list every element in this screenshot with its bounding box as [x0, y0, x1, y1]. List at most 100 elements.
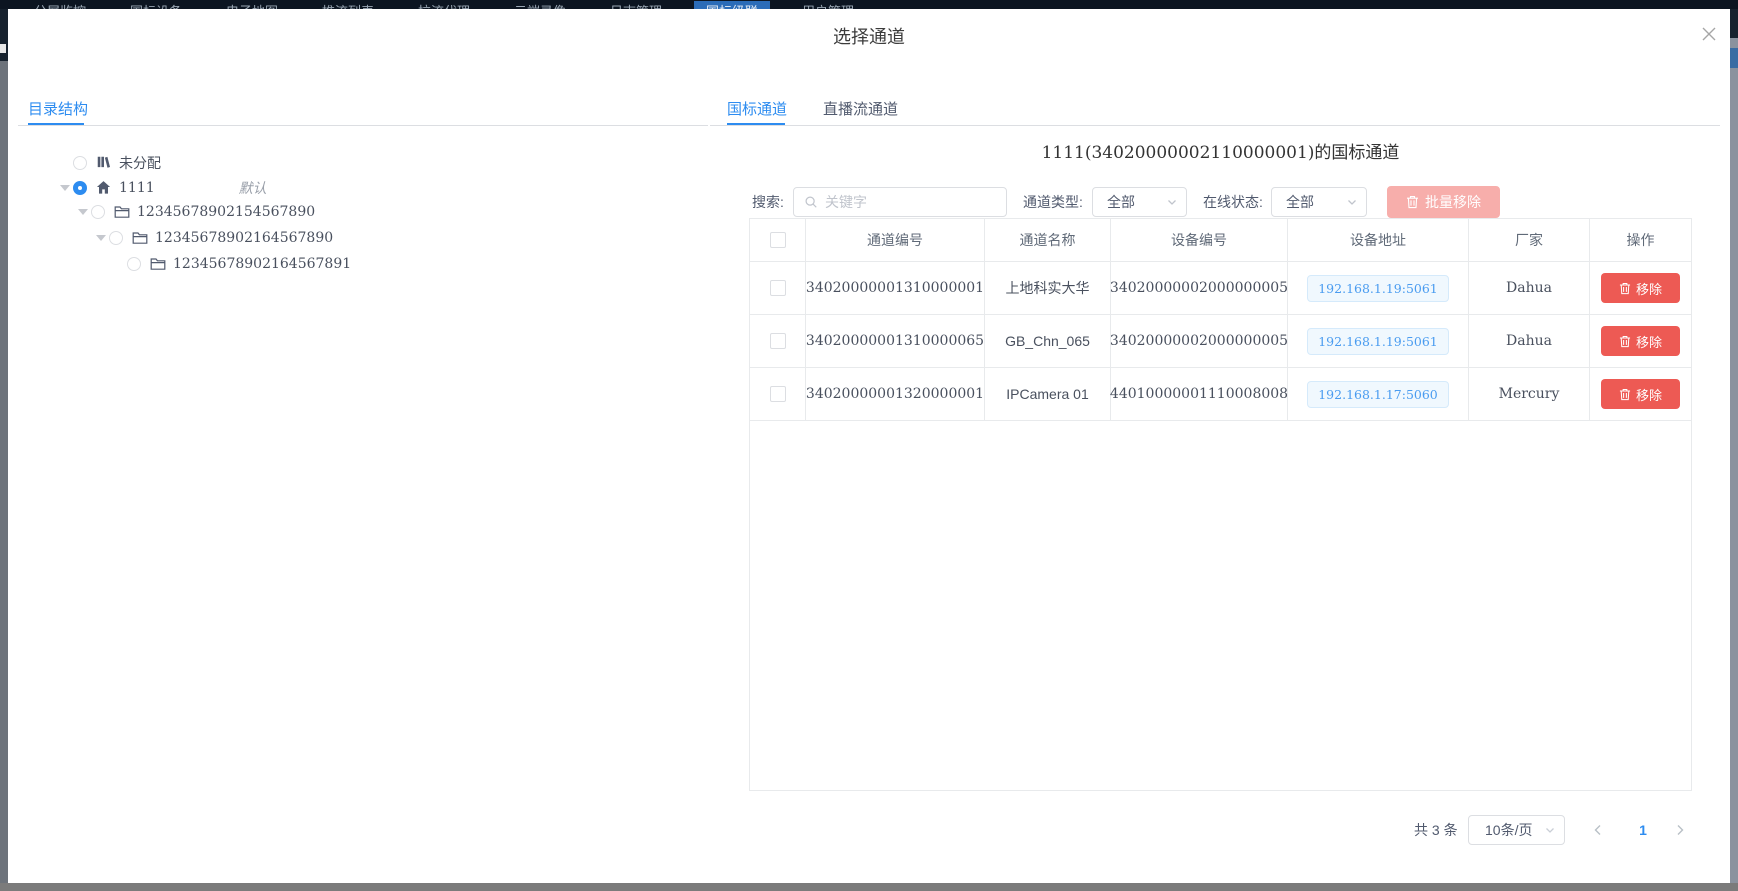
search-input[interactable]: 关键字	[793, 187, 1007, 217]
tab-gb-channel[interactable]: 国标通道	[727, 98, 787, 119]
nav-item[interactable]: 日志管理	[598, 1, 674, 9]
tree-radio[interactable]	[109, 231, 123, 245]
remove-button[interactable]: 移除	[1601, 379, 1680, 409]
library-icon	[96, 155, 112, 171]
column-header: 厂家	[1469, 219, 1590, 262]
nav-item[interactable]: 云端录像	[502, 1, 578, 9]
channel-type-select[interactable]: 全部	[1092, 187, 1187, 217]
tree-node-default-tag: 默认	[239, 178, 267, 198]
chevron-down-icon	[1544, 824, 1556, 836]
search-placeholder: 关键字	[825, 192, 867, 212]
panel-heading: 1111(34020000002110000001)的国标通道	[749, 138, 1692, 163]
cell-vendor: Dahua	[1469, 262, 1590, 315]
cell-channel-id: 34020000001310000001	[806, 262, 985, 315]
remove-button[interactable]: 移除	[1601, 326, 1680, 356]
tree-node-label: 未分配	[119, 153, 161, 173]
nav-item[interactable]: 国标级联	[694, 1, 770, 9]
nav-item[interactable]: 电子地图	[214, 1, 290, 9]
cell-channel-name: 上地科实大华	[985, 262, 1111, 315]
close-button[interactable]	[1697, 22, 1721, 46]
batch-remove-button[interactable]: 批量移除	[1387, 186, 1500, 218]
tree-node-label: 1111	[119, 180, 155, 196]
chevron-right-icon	[1674, 824, 1686, 836]
chevron-down-icon	[1166, 196, 1178, 208]
page-size-select[interactable]: 10条/页	[1468, 815, 1565, 845]
nav-item[interactable]: 推流列表	[310, 1, 386, 9]
row-checkbox-cell	[750, 315, 806, 368]
search-icon	[804, 195, 818, 209]
tree-radio[interactable]	[127, 257, 141, 271]
channel-type-label: 通道类型:	[1023, 187, 1083, 217]
select-all-checkbox[interactable]	[770, 232, 786, 248]
channel-type-value: 全部	[1107, 192, 1135, 212]
nav-item[interactable]: 分屏监控	[22, 1, 98, 9]
cell-channel-id: 34020000001310000065	[806, 315, 985, 368]
modal-title: 选择通道	[8, 23, 1730, 49]
column-header: 通道编号	[806, 219, 985, 262]
tree-node-1111[interactable]: 1111 默认	[56, 175, 267, 200]
row-checkbox[interactable]	[770, 386, 786, 402]
home-icon	[96, 180, 112, 196]
cell-device-address: 192.168.1.19:5061	[1288, 262, 1469, 315]
page-size-value: 10条/页	[1485, 820, 1532, 840]
header-checkbox-cell	[750, 219, 806, 262]
tree-node-label: 12345678902154567890	[137, 204, 315, 220]
tab-livestream-channel[interactable]: 直播流通道	[823, 98, 898, 119]
device-address-tag: 192.168.1.17:5060	[1307, 381, 1449, 408]
page-number-1[interactable]: 1	[1629, 815, 1657, 845]
backdrop-right-blue	[1730, 48, 1738, 68]
nav-item[interactable]: 国标设备	[118, 1, 194, 9]
remove-button[interactable]: 移除	[1601, 273, 1680, 303]
cell-device-id: 44010000001110008008	[1111, 368, 1288, 421]
trash-icon	[1619, 335, 1631, 348]
backdrop-right-edge	[1730, 9, 1738, 883]
tree-node-12345678902164567891[interactable]: 12345678902164567891	[110, 251, 351, 276]
pagination-total: 共 3 条	[1414, 815, 1458, 845]
device-address-tag: 192.168.1.19:5061	[1307, 328, 1449, 355]
tree-expand-arrow-icon[interactable]	[92, 230, 109, 246]
tree-expand-arrow-icon[interactable]	[56, 180, 73, 196]
backdrop-left-mark	[0, 44, 6, 53]
tree-radio[interactable]	[91, 205, 105, 219]
online-status-label: 在线状态:	[1203, 187, 1263, 217]
row-checkbox[interactable]	[770, 333, 786, 349]
cell-channel-name: IPCamera 01	[985, 368, 1111, 421]
cell-device-id: 34020000002000000005	[1111, 262, 1288, 315]
prev-page-button[interactable]	[1584, 815, 1612, 845]
trash-icon	[1619, 282, 1631, 295]
cell-actions: 移除	[1590, 315, 1691, 368]
tree-node-12345678902154567890[interactable]: 12345678902154567890	[74, 199, 315, 224]
channel-table: 通道编号通道名称设备编号设备地址厂家操作34020000001310000001…	[749, 218, 1692, 791]
tab-directory-structure[interactable]: 目录结构	[28, 98, 88, 119]
backdrop-left-dark	[0, 9, 8, 61]
tree-node-未分配[interactable]: 未分配	[56, 150, 161, 175]
select-channel-modal: 选择通道 目录结构 未分配 1111 默认 12345678902154567890 1…	[8, 9, 1730, 883]
online-status-value: 全部	[1286, 192, 1314, 212]
batch-remove-label: 批量移除	[1425, 192, 1481, 212]
tree-node-12345678902164567890[interactable]: 12345678902164567890	[92, 225, 333, 250]
cell-device-address: 192.168.1.19:5061	[1288, 315, 1469, 368]
right-tab-border	[710, 125, 1720, 126]
column-header: 设备地址	[1288, 219, 1469, 262]
row-checkbox-cell	[750, 262, 806, 315]
cell-channel-name: GB_Chn_065	[985, 315, 1111, 368]
next-page-button[interactable]	[1666, 815, 1694, 845]
cell-actions: 移除	[1590, 262, 1691, 315]
nav-item[interactable]: 用户管理	[790, 1, 866, 9]
tree-radio[interactable]	[73, 156, 87, 170]
nav-item[interactable]: 拉流代理	[406, 1, 482, 9]
tree-node-label: 12345678902164567891	[173, 256, 351, 272]
tree-expand-arrow-icon[interactable]	[74, 204, 91, 220]
row-checkbox[interactable]	[770, 280, 786, 296]
cell-vendor: Mercury	[1469, 368, 1590, 421]
remove-label: 移除	[1636, 279, 1662, 298]
chevron-down-icon	[1346, 196, 1358, 208]
folder-icon	[132, 230, 148, 246]
column-header: 操作	[1590, 219, 1691, 262]
remove-label: 移除	[1636, 332, 1662, 351]
tree-arrow-placeholder	[56, 155, 73, 171]
remove-label: 移除	[1636, 385, 1662, 404]
online-status-select[interactable]: 全部	[1271, 187, 1367, 217]
left-tab-border	[18, 125, 708, 126]
tree-radio[interactable]	[73, 181, 87, 195]
